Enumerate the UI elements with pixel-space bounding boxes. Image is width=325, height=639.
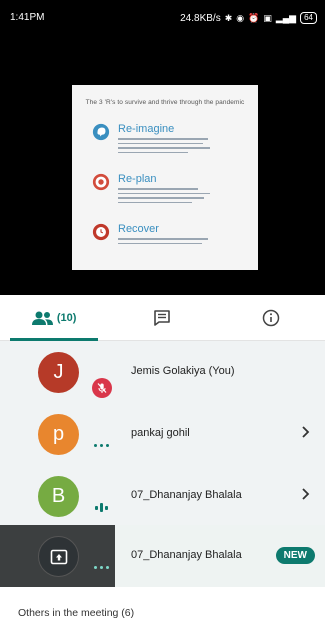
participant-row[interactable]: p pankaj gohil	[0, 403, 325, 465]
target-icon	[92, 173, 110, 191]
slide-item-text	[118, 138, 210, 153]
chevron-right-icon[interactable]	[301, 425, 311, 439]
participant-row-presentation[interactable]: 07_Dhananjay Bhalala NEW	[0, 525, 325, 587]
tab-bar: (10)	[0, 295, 325, 341]
chat-icon	[154, 309, 171, 326]
slide-item-heading: Recover	[118, 223, 159, 235]
speaking-indicator-icon	[95, 503, 108, 512]
network-speed: 24.8KB/s	[180, 12, 221, 24]
more-options-icon[interactable]	[94, 566, 109, 569]
shared-slide: The 3 'R's to survive and thrive through…	[72, 85, 258, 270]
alarm-icon: ⏰	[248, 12, 260, 23]
participant-name: Jemis Golakiya (You)	[131, 365, 235, 377]
signal-icon: ▂▄▆	[275, 12, 297, 23]
new-badge: NEW	[275, 547, 315, 564]
status-bar: 1:41PM 24.8KB/s ✱ ◉ ⏰ ▣ ▂▄▆ 64	[0, 0, 325, 40]
participant-row[interactable]: J Jemis Golakiya (You)	[0, 341, 325, 403]
participant-name: 07_Dhananjay Bhalala	[131, 489, 242, 501]
bluetooth-icon: ✱	[224, 12, 233, 23]
people-icon	[31, 311, 53, 325]
hotspot-icon: ◉	[236, 12, 245, 23]
present-screen-icon	[50, 549, 67, 564]
avatar: J	[38, 352, 79, 393]
presentation-view[interactable]: The 3 'R's to survive and thrive through…	[0, 40, 325, 295]
chevron-right-icon[interactable]	[301, 487, 311, 501]
tab-chat[interactable]	[108, 295, 216, 340]
status-time: 1:41PM	[10, 12, 45, 23]
slide-item-reimagine: Re-imagine	[92, 123, 210, 153]
participant-row[interactable]: B 07_Dhananjay Bhalala	[0, 465, 325, 527]
avatar: p	[38, 414, 79, 455]
participant-name: pankaj gohil	[131, 427, 190, 439]
avatar	[38, 536, 79, 577]
brain-icon	[92, 123, 110, 141]
more-options-icon[interactable]	[94, 444, 109, 447]
mic-muted-icon	[92, 378, 112, 398]
slide-item-heading: Re-plan	[118, 173, 157, 185]
slide-item-recover: Recover	[92, 223, 208, 244]
slide-item-text	[118, 188, 210, 203]
sim-icon: ▣	[263, 12, 272, 23]
status-icons: 24.8KB/s ✱ ◉ ⏰ ▣ ▂▄▆ 64	[180, 12, 317, 24]
tab-people[interactable]: (10)	[0, 295, 108, 341]
slide-title: The 3 'R's to survive and thrive through…	[85, 99, 245, 106]
battery-icon: 64	[300, 12, 317, 24]
slide-item-text	[118, 238, 208, 244]
participant-name: 07_Dhananjay Bhalala	[131, 549, 242, 561]
tab-info[interactable]	[217, 295, 325, 340]
slide-item-replan: Re-plan	[92, 173, 210, 203]
slide-item-heading: Re-imagine	[118, 123, 175, 135]
info-icon	[262, 309, 280, 326]
clock-icon	[92, 223, 110, 241]
avatar: B	[38, 476, 79, 517]
others-in-meeting-label: Others in the meeting (6)	[18, 607, 135, 619]
people-count: (10)	[56, 311, 77, 324]
